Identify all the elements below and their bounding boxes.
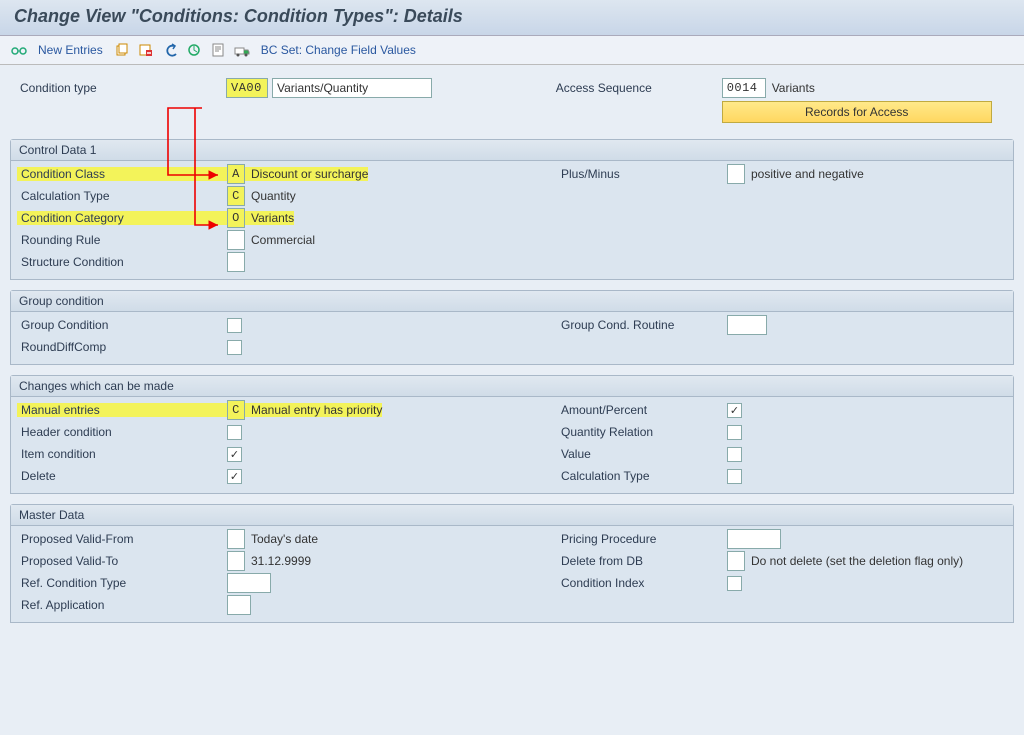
cond-type-code[interactable]: VA00 [226,78,268,98]
struct-cond-code[interactable] [227,252,245,272]
valid-from-code[interactable] [227,529,245,549]
qty-relation-checkbox[interactable] [727,425,742,440]
cond-cat-text: Variants [245,211,294,225]
delete-db-text: Do not delete (set the deletion flag onl… [745,554,963,568]
value-checkbox[interactable] [727,447,742,462]
gc-routine-label: Group Cond. Routine [557,318,727,332]
cond-index-label: Condition Index [557,576,727,590]
gc-routine-input[interactable] [727,315,767,335]
delete-label: Delete [17,469,227,483]
copy-icon[interactable] [113,41,131,59]
cond-cat-label: Condition Category [17,211,227,225]
calc-type-checkbox[interactable] [727,469,742,484]
bcset-button[interactable]: BC Set: Change Field Values [257,43,420,57]
valid-from-text: Today's date [245,532,318,546]
valid-from-label: Proposed Valid-From [17,532,227,546]
master-data-group: Master Data Proposed Valid-From Today's … [10,504,1014,623]
delete-db-label: Delete from DB [557,554,727,568]
qty-relation-label: Quantity Relation [557,425,727,439]
access-seq-code[interactable]: 0014 [722,78,766,98]
control-data-1-title: Control Data 1 [11,140,1013,161]
cond-type-label: Condition type [16,81,226,95]
cond-index-checkbox[interactable] [727,576,742,591]
calc-type-label: Calculation Type [17,189,227,203]
ref-cond-input[interactable] [227,573,271,593]
delete-db-code[interactable] [727,551,745,571]
page-icon[interactable] [209,41,227,59]
valid-to-text: 31.12.9999 [245,554,311,568]
plus-minus-code[interactable] [727,164,745,184]
rounding-code[interactable] [227,230,245,250]
group-condition-title: Group condition [11,291,1013,312]
access-seq-label: Access Sequence [552,81,722,95]
pricing-proc-label: Pricing Procedure [557,532,727,546]
amount-percent-label: Amount/Percent [557,403,727,417]
header-cond-checkbox[interactable] [227,425,242,440]
group-condition-group: Group condition Group Condition RoundDif… [10,290,1014,365]
group-cond-label: Group Condition [17,318,227,332]
valid-to-label: Proposed Valid-To [17,554,227,568]
rounding-text: Commercial [245,233,315,247]
plus-minus-text: positive and negative [745,167,864,181]
item-cond-checkbox[interactable]: ✓ [227,447,242,462]
cond-class-text: Discount or surcharge [245,167,368,181]
refresh-icon[interactable] [185,41,203,59]
amount-percent-checkbox[interactable]: ✓ [727,403,742,418]
struct-cond-label: Structure Condition [17,255,227,269]
changes-group: Changes which can be made Manual entries… [10,375,1014,494]
manual-entries-label: Manual entries [17,403,227,417]
records-for-access-button[interactable]: Records for Access [722,101,992,123]
control-data-1-group: Control Data 1 Condition Class A Discoun… [10,139,1014,280]
cond-cat-code[interactable]: O [227,208,245,228]
ref-cond-label: Ref. Condition Type [17,576,227,590]
group-cond-checkbox[interactable] [227,318,242,333]
calc-type-text: Quantity [245,189,296,203]
plus-minus-label: Plus/Minus [557,167,727,181]
transport-icon[interactable] [233,41,251,59]
toolbar: New Entries BC Set: Change Field Values [0,36,1024,65]
glasses-icon[interactable] [10,41,28,59]
ref-app-input[interactable] [227,595,251,615]
pricing-proc-input[interactable] [727,529,781,549]
undo-icon[interactable] [161,41,179,59]
delete-checkbox[interactable]: ✓ [227,469,242,484]
cond-class-code[interactable]: A [227,164,245,184]
cond-class-label: Condition Class [17,167,227,181]
manual-entries-text: Manual entry has priority [245,403,382,417]
calc-type-label2: Calculation Type [557,469,727,483]
page-title: Change View "Conditions: Condition Types… [0,0,1024,36]
cond-type-text[interactable]: Variants/Quantity [272,78,432,98]
rounddiff-label: RoundDiffComp [17,340,227,354]
new-entries-button[interactable]: New Entries [34,43,107,57]
changes-title: Changes which can be made [11,376,1013,397]
calc-type-code[interactable]: C [227,186,245,206]
delete-row-icon[interactable] [137,41,155,59]
ref-app-label: Ref. Application [17,598,227,612]
item-cond-label: Item condition [17,447,227,461]
manual-entries-code[interactable]: C [227,400,245,420]
rounding-label: Rounding Rule [17,233,227,247]
master-data-title: Master Data [11,505,1013,526]
access-seq-text: Variants [766,81,815,95]
valid-to-code[interactable] [227,551,245,571]
value-label: Value [557,447,727,461]
header-cond-label: Header condition [17,425,227,439]
rounddiff-checkbox[interactable] [227,340,242,355]
